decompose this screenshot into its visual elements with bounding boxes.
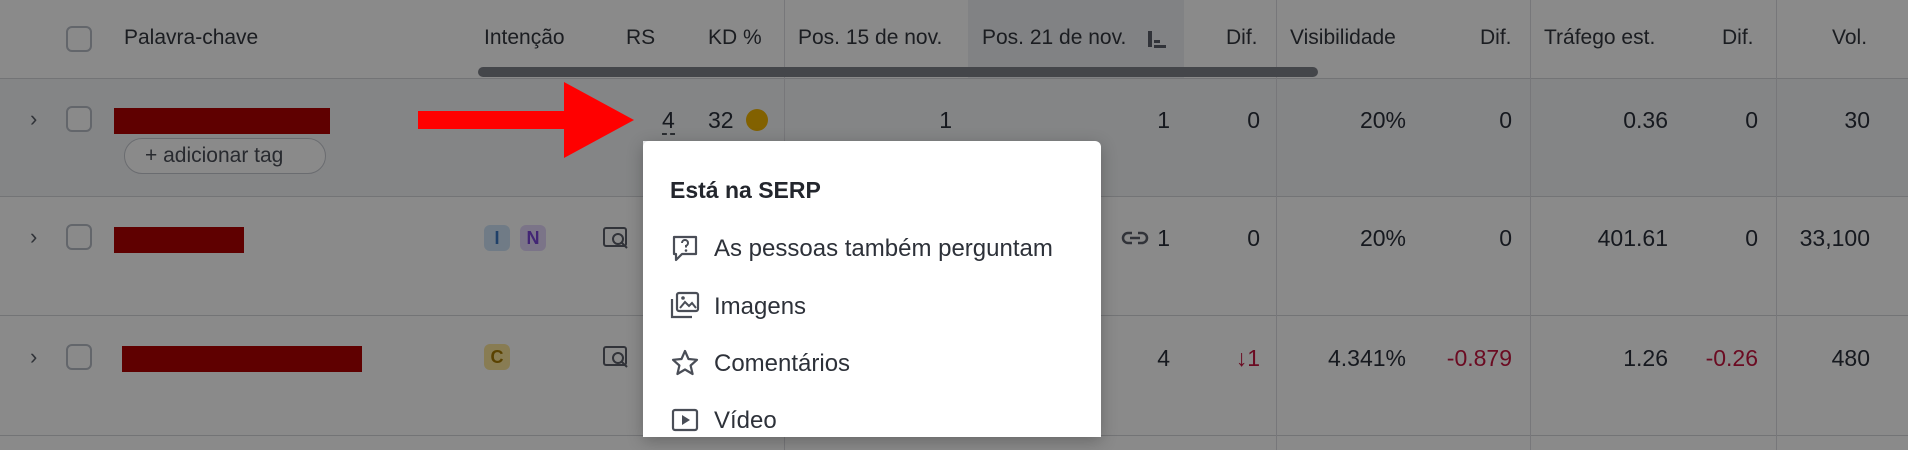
serp-feature-reviews: Comentários (670, 344, 1090, 384)
position-tracking-table: Palavra-chave Intenção RS KD % Pos. 15 d… (0, 0, 1908, 450)
star-icon (671, 349, 699, 376)
serp-feature-images: Imagens (670, 287, 1090, 327)
serp-feature-people-also-ask: As pessoas também perguntam (670, 229, 1090, 269)
annotation-arrow-icon (418, 82, 634, 158)
serp-feature-video: Vídeo (670, 401, 1090, 437)
question-bubble-icon (672, 235, 698, 262)
serp-feature-label: Vídeo (714, 407, 777, 434)
serp-features-popup: Está na SERP As pessoas também perguntam… (643, 141, 1101, 437)
serp-feature-label: Comentários (714, 350, 851, 377)
popup-title: Está na SERP (670, 177, 821, 203)
serp-feature-label: As pessoas também perguntam (714, 235, 1053, 262)
video-play-icon (671, 408, 699, 432)
serp-feature-label: Imagens (714, 293, 807, 320)
images-icon (670, 291, 700, 319)
